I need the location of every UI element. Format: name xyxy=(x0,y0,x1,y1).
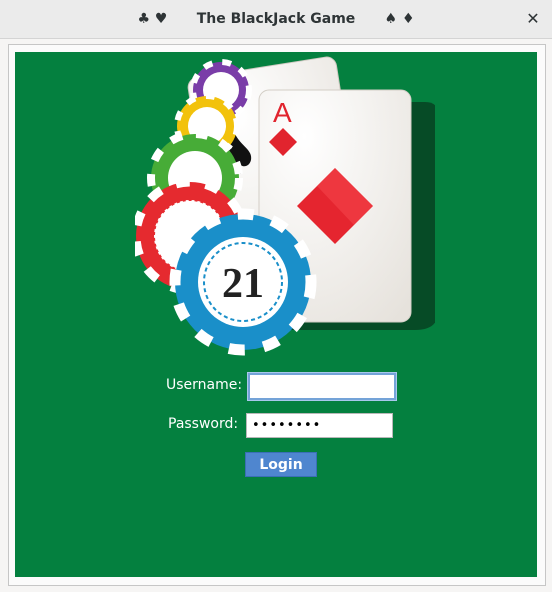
username-input[interactable] xyxy=(248,373,396,400)
window-titlebar: ♣ ♥ The BlackJack Game ♠ ♦ ✕ xyxy=(0,0,552,39)
login-button[interactable]: Login xyxy=(245,452,317,477)
close-icon[interactable]: ✕ xyxy=(522,8,544,30)
password-input[interactable] xyxy=(246,413,393,438)
ace-rank: A xyxy=(273,97,292,128)
login-panel: J A xyxy=(15,52,537,577)
password-label: Password: xyxy=(168,416,239,432)
blackjack-logo: J A xyxy=(135,56,435,356)
window-title: ♣ ♥ The BlackJack Game ♠ ♦ xyxy=(137,11,415,27)
chip-number: 21 xyxy=(222,261,264,307)
blue-chip-21: 21 xyxy=(169,208,317,356)
username-label: Username: xyxy=(166,377,243,393)
